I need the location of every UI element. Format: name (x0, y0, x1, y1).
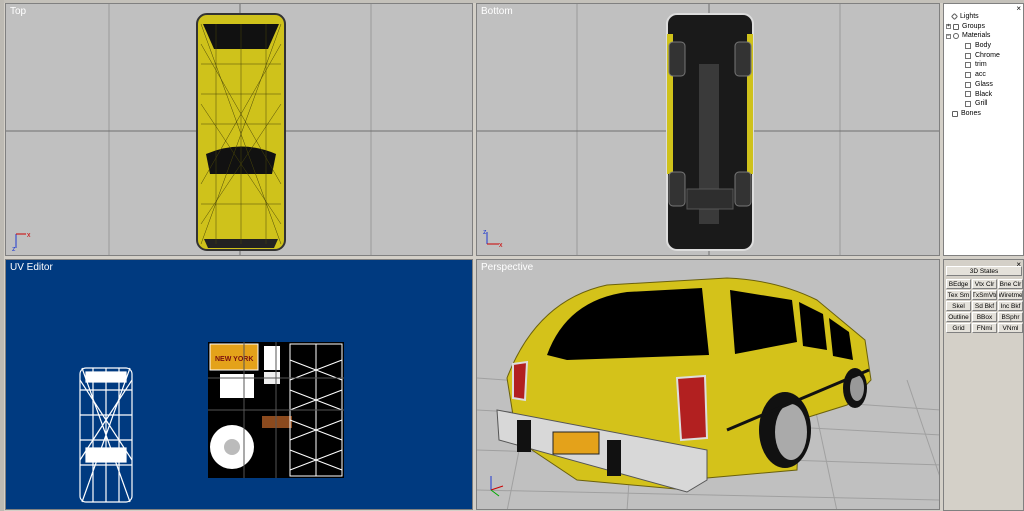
app-root: Top x z Bottom z x UV Editor NEW YORK Pe… (0, 0, 1024, 511)
car-top-wireframe (196, 13, 286, 251)
axis-gizmo-perspective (490, 476, 504, 497)
car-perspective-model (496, 277, 872, 493)
tree-item-materials[interactable]: − Materials (946, 31, 1000, 41)
material-icon (965, 91, 971, 98)
state-button-bbox[interactable]: BBox (972, 312, 997, 322)
tree-item-label: Materials (962, 32, 991, 40)
scene-tree: Lights + Groups − Materials Body Chrome trim acc… (946, 12, 1000, 119)
svg-text:z: z (483, 229, 487, 236)
state-button-skel[interactable]: Skel (946, 301, 971, 311)
state-button-outline[interactable]: Outline (946, 312, 971, 322)
viewport-top[interactable]: Top x z (5, 3, 473, 256)
groups-icon (953, 23, 959, 30)
state-button-grid[interactable]: Grid (946, 323, 971, 333)
tree-item-chrome[interactable]: Chrome (946, 51, 1000, 61)
svg-text:x: x (499, 242, 503, 249)
state-button-inc-bkf[interactable]: Inc Bkf (998, 301, 1023, 311)
state-button-bne-clr[interactable]: Bne Clr (998, 279, 1023, 289)
viewport-bottom[interactable]: Bottom z x (476, 3, 940, 256)
state-button-vnml[interactable]: VNml (998, 323, 1023, 333)
tree-item-acc[interactable]: acc (946, 70, 1000, 80)
expand-toggle-icon[interactable]: − (946, 33, 951, 39)
scene-tree-panel[interactable]: × Lights + Groups − Materials Body Chrome trim a… (943, 3, 1024, 256)
tree-item-label: Bones (961, 109, 981, 117)
tree-item-label: trim (975, 61, 987, 69)
perspective-canvas[interactable] (477, 260, 940, 510)
tree-item-label: Groups (962, 22, 985, 30)
axis-gizmo-bottom: z x (483, 229, 503, 249)
material-icon (965, 101, 971, 108)
state-button-vtx-clr[interactable]: Vtx Clr (972, 279, 997, 289)
viewport-label: Perspective (481, 262, 534, 273)
tree-item-label: Chrome (975, 51, 1000, 59)
state-button-bsphr[interactable]: BSphr (998, 312, 1023, 322)
expand-toggle-icon[interactable]: + (946, 24, 951, 30)
materials-icon (953, 33, 959, 40)
material-icon (965, 81, 971, 88)
tree-item-groups[interactable]: + Groups (946, 22, 1000, 32)
uv-canvas[interactable]: NEW YORK (6, 260, 473, 510)
viewport-label: UV Editor (10, 262, 53, 273)
axis-gizmo-top: x z (12, 232, 31, 253)
material-icon (965, 71, 971, 78)
tree-item-glass[interactable]: Glass (946, 80, 1000, 90)
tree-item-label: Grill (975, 100, 988, 108)
states-panel: × 3D States BEdge Vtx Clr Bne Clr Tex Sm TxS… (943, 259, 1024, 511)
material-icon (965, 62, 971, 69)
svg-text:x: x (27, 232, 31, 239)
tree-item-black[interactable]: Black (946, 90, 1000, 100)
light-icon (950, 13, 959, 21)
tree-item-bones[interactable]: Bones (946, 109, 1000, 119)
tree-item-lights[interactable]: Lights (946, 12, 1000, 22)
material-icon (965, 42, 971, 49)
left-toolbar-strip (0, 0, 4, 511)
tree-item-body[interactable]: Body (946, 41, 1000, 51)
state-button-wiretme[interactable]: Wiretme (998, 290, 1023, 300)
plate-texture-text: NEW YORK (215, 356, 253, 363)
state-button-fnmi[interactable]: FNmi (972, 323, 997, 333)
state-button-txsmvtr[interactable]: TxSmVtr (972, 290, 997, 300)
viewport-perspective[interactable]: Perspective (476, 259, 940, 510)
viewport-label: Bottom (481, 6, 513, 17)
uv-wireframe-car (79, 367, 133, 503)
material-icon (965, 52, 971, 59)
close-icon[interactable]: × (1016, 4, 1021, 13)
tree-item-label: acc (975, 71, 986, 79)
tree-item-label: Black (975, 90, 993, 98)
tree-item-trim[interactable]: trim (946, 60, 1000, 70)
viewport-uv-editor[interactable]: UV Editor NEW YORK (5, 259, 473, 510)
tree-item-label: Glass (975, 80, 993, 88)
texture-atlas: NEW YORK (208, 342, 344, 478)
state-button-tex-sm[interactable]: Tex Sm (946, 290, 971, 300)
tree-item-label: Lights (960, 13, 979, 20)
bones-icon (952, 110, 958, 117)
state-button-sd-bkf[interactable]: Sd Bkf (972, 301, 997, 311)
bottom-view-canvas[interactable]: z x (477, 4, 940, 256)
tree-item-label: Body (975, 42, 991, 50)
viewport-label: Top (10, 6, 27, 17)
svg-text:z: z (12, 246, 16, 253)
state-button-bedge[interactable]: BEdge (946, 279, 971, 289)
3d-states-header-button[interactable]: 3D States (946, 266, 1022, 276)
top-view-canvas[interactable]: x z (6, 4, 473, 256)
tree-item-grill[interactable]: Grill (946, 99, 1000, 109)
car-underside (666, 13, 754, 251)
